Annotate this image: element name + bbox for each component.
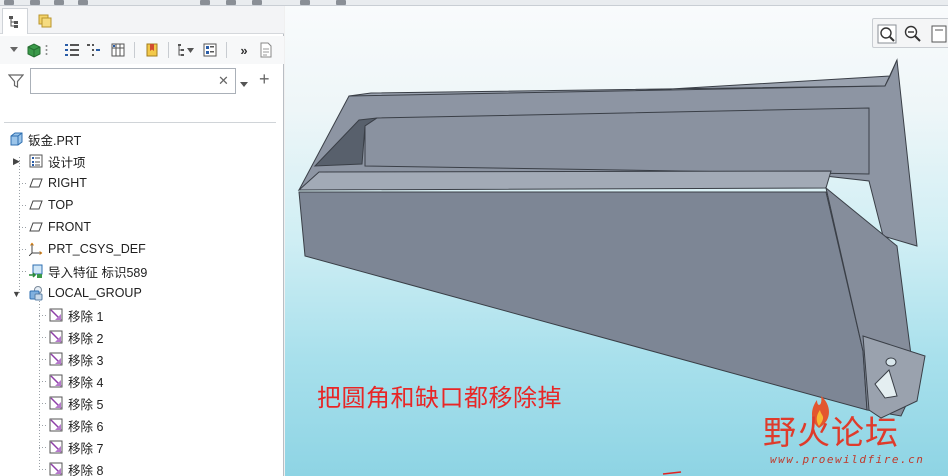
toolbar-icon[interactable] bbox=[300, 0, 310, 5]
remove-feature-icon bbox=[48, 439, 64, 455]
tree-item-label: 导入特征 标识589 bbox=[48, 265, 148, 280]
tree-search-input[interactable] bbox=[30, 68, 236, 94]
zoom-fit-icon[interactable] bbox=[875, 22, 899, 46]
tree-item-label: LOCAL_GROUP bbox=[48, 286, 142, 300]
remove-feature-icon bbox=[48, 395, 64, 411]
tree-item-remove-7[interactable]: 移除 7 bbox=[48, 436, 103, 458]
filter-icon[interactable] bbox=[7, 73, 25, 92]
import-feature-icon bbox=[28, 263, 44, 279]
toolbar-icon[interactable] bbox=[336, 0, 346, 5]
part-display-icon[interactable] bbox=[24, 40, 44, 60]
annotation-text: 把圆角和缺口都移除掉 bbox=[317, 384, 562, 412]
tree-item-remove-6[interactable]: 移除 6 bbox=[48, 414, 103, 436]
tree-item-remove-2[interactable]: 移除 2 bbox=[48, 326, 103, 348]
dropdown-arrow-icon[interactable] bbox=[8, 40, 20, 60]
remove-feature-icon bbox=[48, 351, 64, 367]
datum-plane-icon bbox=[28, 175, 44, 191]
toolbar-icon[interactable] bbox=[30, 0, 40, 5]
folder-browser-icon bbox=[38, 14, 52, 28]
tree-item-label: 移除 4 bbox=[68, 375, 104, 390]
watermark-url: www.proewildfire.cn bbox=[770, 453, 925, 466]
mounting-hole bbox=[885, 357, 897, 367]
tree-item-label: 移除 2 bbox=[68, 331, 104, 346]
tree-item-label: 设计项 bbox=[48, 155, 86, 170]
group-icon bbox=[28, 285, 44, 301]
settings-list-icon[interactable] bbox=[200, 40, 220, 60]
remove-feature-icon bbox=[48, 461, 64, 476]
part-icon bbox=[8, 131, 24, 147]
toolbar-icon[interactable] bbox=[78, 0, 88, 5]
document-icon[interactable] bbox=[256, 40, 276, 60]
tree-item-front[interactable]: FRONT bbox=[28, 216, 91, 238]
view-toolbar bbox=[872, 18, 948, 48]
toolbar-icon[interactable] bbox=[4, 0, 14, 5]
tree-item-remove-4[interactable]: 移除 4 bbox=[48, 370, 103, 392]
toolbar-icon[interactable] bbox=[252, 0, 262, 5]
zoom-out-icon[interactable] bbox=[901, 22, 925, 46]
tab-model-tree[interactable] bbox=[2, 8, 28, 34]
tree-item-label: 移除 3 bbox=[68, 353, 104, 368]
tree-item-label: TOP bbox=[48, 198, 74, 212]
remove-feature-icon bbox=[48, 307, 64, 323]
tree-item-label: FRONT bbox=[48, 220, 92, 234]
datum-plane-icon bbox=[28, 219, 44, 235]
tree-columns-icon[interactable] bbox=[108, 40, 128, 60]
tree-item-label: 移除 6 bbox=[68, 419, 104, 434]
tree-item-label: RIGHT bbox=[48, 176, 87, 190]
tree-item-right[interactable]: RIGHT bbox=[28, 172, 87, 194]
more-icon[interactable] bbox=[42, 40, 50, 60]
navigator-panel: » ✕ + 钣金.PRT ▶ 设计项 RIGHT TOP FRONT PRT_C… bbox=[0, 6, 284, 476]
tree-item-remove-5[interactable]: 移除 5 bbox=[48, 392, 103, 414]
tree-item-label: 移除 1 bbox=[68, 309, 104, 324]
remove-feature-icon bbox=[48, 329, 64, 345]
tree-list-icon[interactable] bbox=[62, 40, 82, 60]
remove-feature-icon bbox=[48, 373, 64, 389]
toolbar-icon[interactable] bbox=[200, 0, 210, 5]
bookmark-icon[interactable] bbox=[142, 40, 162, 60]
tree-root-label: 钣金.PRT bbox=[28, 133, 82, 148]
csys-icon bbox=[28, 241, 44, 257]
overflow-chevron-icon[interactable]: » bbox=[234, 40, 254, 60]
watermark-logo-text: 野火论坛 bbox=[763, 413, 899, 452]
tree-item-design-items[interactable]: 设计项 bbox=[28, 150, 86, 172]
add-filter-icon[interactable]: + bbox=[259, 69, 270, 90]
inner-wall-face bbox=[364, 107, 870, 175]
toolbar-icon[interactable] bbox=[226, 0, 236, 5]
navigator-toolbar: » bbox=[0, 36, 284, 64]
front-lip-face bbox=[297, 170, 832, 191]
datum-plane-icon bbox=[28, 197, 44, 213]
tree-search-row: ✕ + bbox=[0, 66, 284, 96]
tree-item-remove-3[interactable]: 移除 3 bbox=[48, 348, 103, 370]
search-dropdown-icon[interactable] bbox=[240, 77, 248, 91]
model-tree-icon bbox=[9, 15, 18, 28]
tab-folder-browser[interactable] bbox=[32, 8, 58, 34]
tree-item-csys[interactable]: PRT_CSYS_DEF bbox=[28, 238, 146, 260]
tree-item-label: 移除 7 bbox=[68, 441, 104, 456]
tree-filter-icon[interactable] bbox=[84, 40, 104, 60]
selection-mark bbox=[662, 471, 682, 475]
tree-root[interactable]: 钣金.PRT bbox=[8, 128, 81, 150]
navigator-tabs bbox=[0, 6, 284, 34]
graphics-viewport[interactable]: 把圆角和缺口都移除掉 野火论坛 www.proewildfire.cn bbox=[285, 6, 948, 476]
show-filter-icon[interactable] bbox=[176, 40, 196, 60]
clear-search-icon[interactable]: ✕ bbox=[218, 73, 229, 89]
remove-feature-icon bbox=[48, 417, 64, 433]
tree-item-label: 移除 8 bbox=[68, 463, 104, 476]
repaint-icon[interactable] bbox=[927, 22, 948, 46]
expand-caret-icon[interactable]: ▶ bbox=[13, 156, 20, 167]
tree-item-top[interactable]: TOP bbox=[28, 194, 73, 216]
tree-item-remove-1[interactable]: 移除 1 bbox=[48, 304, 103, 326]
toolbar-icon[interactable] bbox=[54, 0, 64, 5]
tree-item-label: PRT_CSYS_DEF bbox=[48, 242, 146, 256]
tree-item-import-feature[interactable]: 导入特征 标识589 bbox=[28, 260, 147, 282]
tree-item-remove-8[interactable]: 移除 8 bbox=[48, 458, 103, 476]
collapse-caret-icon[interactable]: ▼ bbox=[12, 289, 21, 299]
tree-item-local-group[interactable]: LOCAL_GROUP bbox=[28, 282, 142, 304]
tree-item-label: 移除 5 bbox=[68, 397, 104, 412]
design-items-icon bbox=[28, 153, 44, 169]
